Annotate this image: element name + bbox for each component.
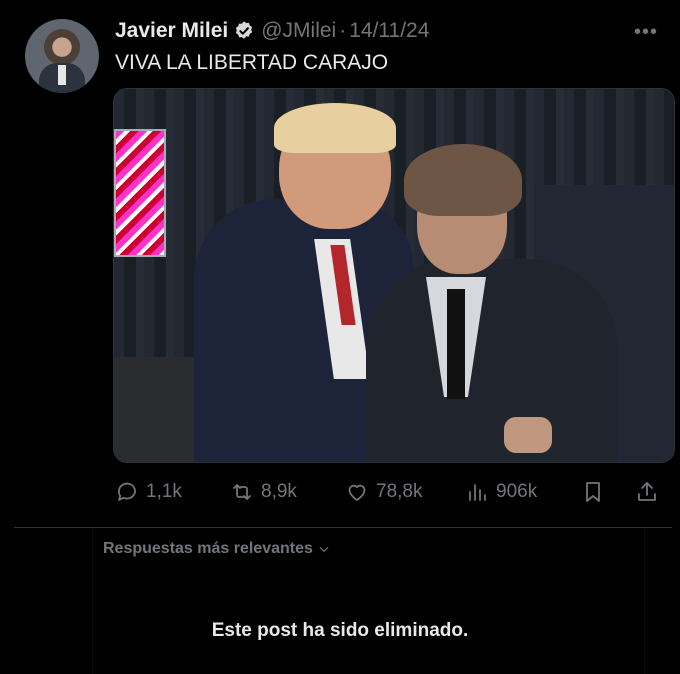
post-date[interactable]: 14/11/24	[349, 19, 429, 43]
photo-equipment	[114, 357, 204, 462]
author-name[interactable]: Javier Milei	[115, 19, 228, 43]
replies-sort-dropdown[interactable]: Respuestas más relevantes	[103, 540, 331, 558]
post-photo[interactable]	[113, 88, 675, 463]
repost-icon	[233, 484, 251, 500]
post-text: VIVA LA LIBERTAD CARAJO	[115, 51, 389, 74]
repost-count: 8,9k	[261, 481, 297, 502]
author-handle[interactable]: @JMilei	[261, 19, 336, 43]
chevron-down-icon	[319, 546, 329, 553]
deleted-post-message: Este post ha sido eliminado.	[211, 620, 469, 641]
repost-button[interactable]: 8,9k	[230, 478, 297, 506]
action-bar: 1,1k 8,9k 78,8k 906k	[115, 478, 660, 506]
share-icon	[638, 482, 656, 501]
post[interactable]: Javier Milei @JMilei · 14/11/24 ••• VIVA…	[0, 0, 680, 528]
reply-count: 1,1k	[146, 481, 182, 502]
share-button[interactable]	[635, 478, 666, 506]
reply-button[interactable]: 1,1k	[115, 478, 182, 506]
photo-thumbs-up-hand	[504, 417, 552, 453]
photo-person-left-hair	[274, 103, 396, 153]
verified-badge-icon	[236, 21, 253, 39]
photo-person-right-tie	[447, 289, 465, 399]
replies-right-rail	[644, 528, 672, 674]
post-header: Javier Milei @JMilei · 14/11/24	[115, 17, 429, 45]
views-button[interactable]: 906k	[465, 478, 537, 506]
bookmark-button[interactable]	[581, 478, 612, 506]
author-avatar[interactable]	[25, 19, 99, 93]
views-count: 906k	[496, 481, 538, 502]
more-options-icon[interactable]: •••	[634, 21, 658, 44]
photo-screen	[114, 129, 166, 257]
reply-icon	[118, 482, 136, 501]
like-count: 78,8k	[376, 481, 423, 502]
bookmark-icon	[586, 482, 600, 502]
replies-left-rail	[15, 528, 93, 674]
photo-person-right-hair	[404, 144, 522, 216]
replies-sort-label: Respuestas más relevantes	[103, 540, 313, 557]
photo-person-right-suit	[366, 259, 618, 462]
header-separator: ·	[339, 19, 347, 42]
views-chart-icon	[469, 484, 486, 501]
avatar-shirt	[58, 65, 66, 85]
like-button[interactable]: 78,8k	[345, 478, 422, 506]
heart-icon	[348, 484, 366, 501]
